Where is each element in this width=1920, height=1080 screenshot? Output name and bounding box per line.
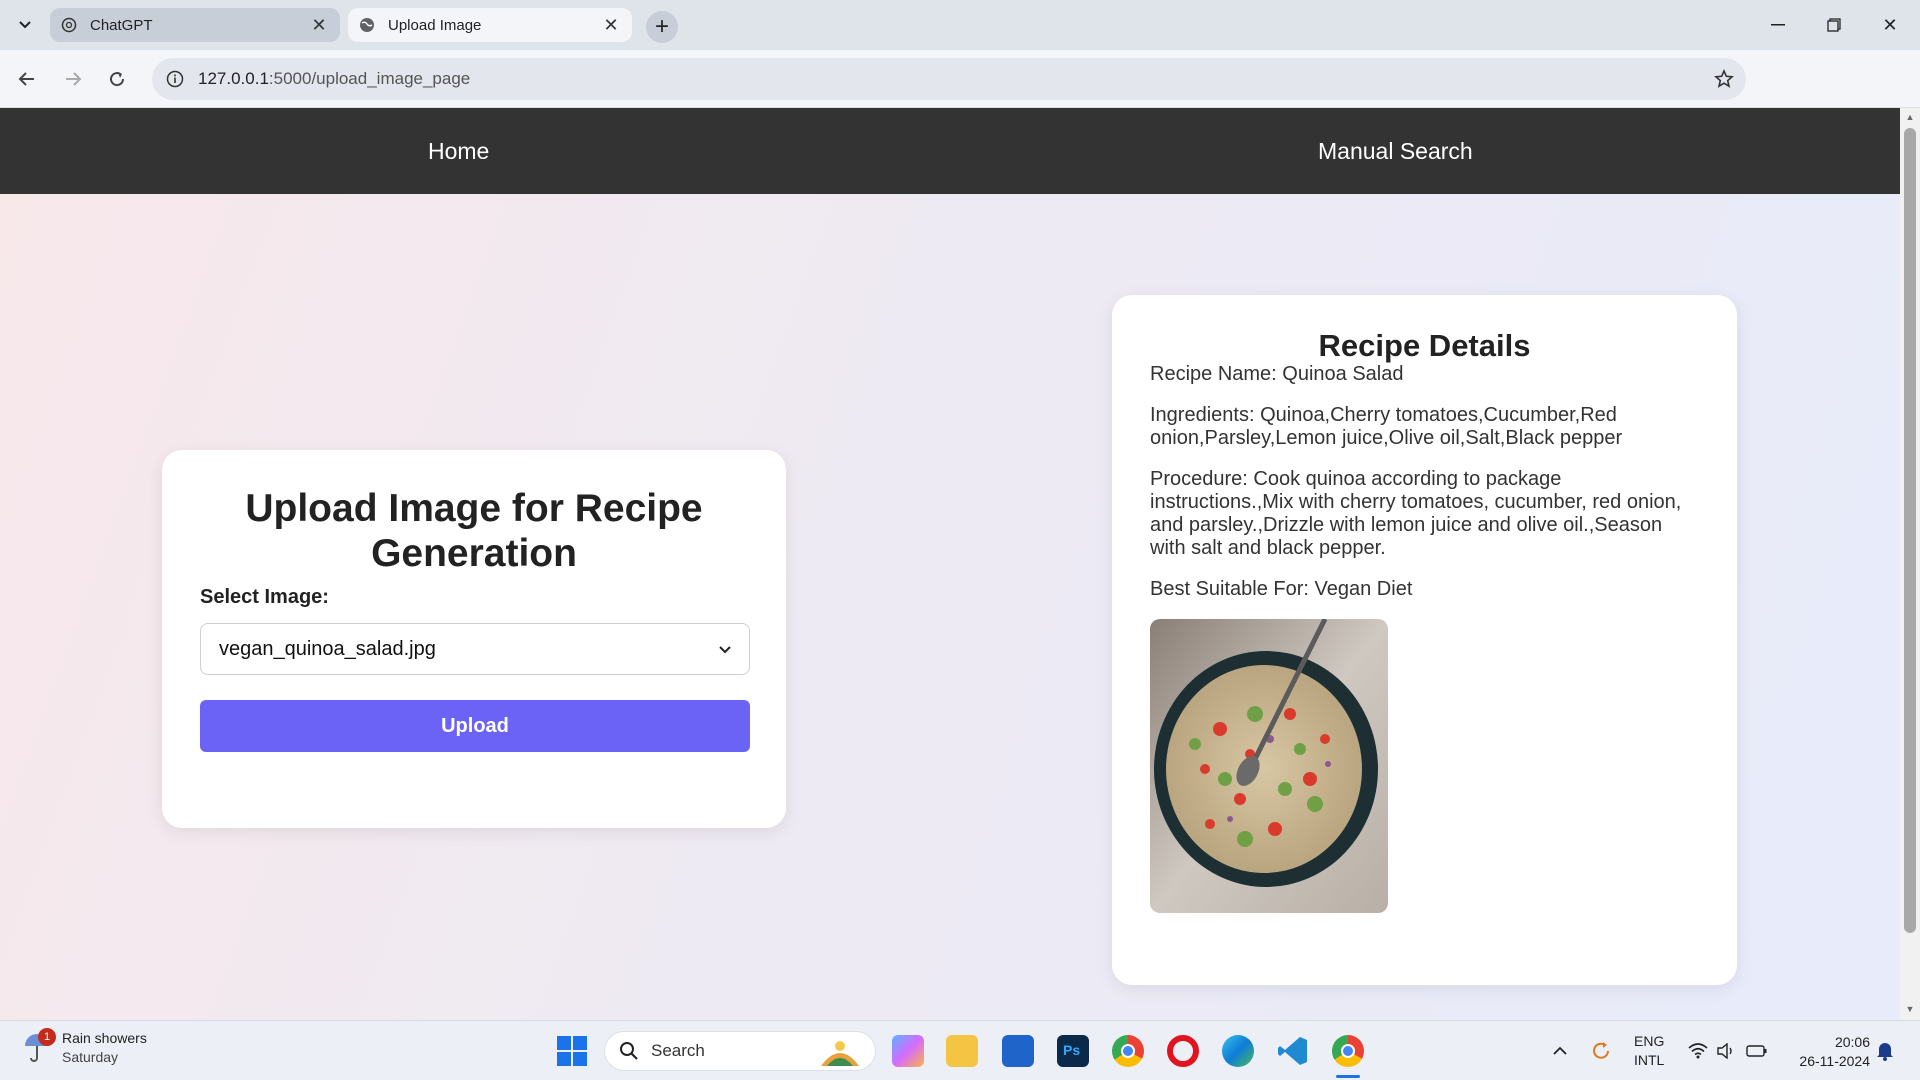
page-viewport: Home Manual Search Upload Image for Reci… [0,108,1900,1020]
language-indicator[interactable]: ENG INTL [1634,1021,1664,1080]
active-app-indicator [1336,1075,1360,1078]
image-select-dropdown[interactable]: vegan_quinoa_salad.jpg [200,623,750,675]
umbrella-rain-icon: 1 [22,1028,56,1064]
recipe-image [1150,619,1388,913]
taskbar-clock[interactable]: 20:06 26-11-2024 [1780,1033,1870,1071]
taskbar: 1 Rain showers Saturday Search Ps ENG IN… [0,1020,1920,1080]
search-icon [620,1042,638,1060]
page-scrollbar[interactable]: ▲ ▼ [1900,108,1920,1020]
keyboard-layout: INTL [1634,1052,1665,1068]
nav-home-link[interactable]: Home [428,108,489,194]
tab-title: Upload Image [388,16,482,34]
bookmark-star-icon[interactable] [1702,69,1746,89]
tray-chevron-up-icon[interactable] [1552,1021,1568,1080]
clock-date: 26-11-2024 [1799,1053,1870,1069]
upload-title: Upload Image for Recipe Generation [245,487,703,575]
browser-toolbar: 127.0.0.1:5000/upload_image_page S ⋮ [0,50,1920,142]
globe-icon [358,16,376,34]
scroll-down-arrow-icon[interactable]: ▼ [1904,1004,1916,1016]
weather-day: Saturday [62,1049,119,1065]
tab-title: ChatGPT [90,16,153,34]
file-explorer-icon[interactable] [946,1035,978,1067]
scroll-up-arrow-icon[interactable]: ▲ [1904,112,1916,124]
tab-close-icon[interactable]: ✕ [600,14,622,36]
tab-close-icon[interactable]: ✕ [308,14,330,36]
forward-arrow-icon[interactable] [56,62,90,96]
recipe-ingredients: Ingredients: Quinoa,Cherry tomatoes,Cucu… [1150,404,1623,449]
window-close-icon[interactable]: ✕ [1862,0,1918,50]
site-info-icon[interactable] [152,70,198,88]
chevron-down-icon [719,641,731,657]
weather-badge: 1 [38,1028,56,1046]
edge-icon[interactable] [1222,1035,1254,1067]
taskbar-search-label: Search [651,1041,705,1060]
recipe-suitable-for: Best Suitable For: Vegan Diet [1150,578,1413,600]
weather-widget[interactable]: 1 Rain showers Saturday [22,1028,147,1067]
select-image-label: Select Image: [200,586,329,608]
chatgpt-favicon-icon [60,16,78,34]
volume-icon[interactable] [1716,1021,1736,1080]
url-text: 127.0.0.1:5000/upload_image_page [198,69,1702,89]
site-navbar: Home Manual Search [0,108,1900,194]
windows-start-icon[interactable] [556,1035,588,1072]
recipe-details-heading: Recipe Details [1318,328,1531,363]
sync-icon[interactable] [1590,1021,1612,1080]
reload-icon[interactable] [100,62,134,96]
chrome-icon[interactable] [1112,1035,1144,1067]
wifi-icon[interactable] [1688,1021,1708,1080]
selected-file-value: vegan_quinoa_salad.jpg [219,637,436,660]
taskbar-search-box[interactable]: Search [604,1031,876,1071]
tab-search-chevron-icon[interactable] [10,10,40,40]
photoshop-icon[interactable]: Ps [1057,1035,1089,1067]
nav-manual-search-link[interactable]: Manual Search [1318,108,1473,194]
scrollbar-thumb[interactable] [1904,128,1916,933]
weather-condition: Rain showers [62,1030,147,1046]
back-arrow-icon[interactable] [10,62,44,96]
recipe-procedure: Procedure: Cook quinoa according to pack… [1150,468,1682,559]
address-bar[interactable]: 127.0.0.1:5000/upload_image_page [152,58,1746,100]
recipe-name: Recipe Name: Quinoa Salad [1150,363,1404,385]
chrome-profile-icon[interactable] [1332,1035,1364,1067]
upload-button[interactable]: Upload [200,700,750,752]
browser-tabstrip: ChatGPT ✕ Upload Image ✕ + ✕ [0,0,1920,50]
new-tab-button[interactable]: + [646,11,678,43]
vscode-icon[interactable] [1277,1035,1309,1067]
tab-upload-image[interactable]: Upload Image ✕ [348,8,632,42]
battery-icon[interactable] [1746,1021,1768,1080]
copilot-app-icon[interactable] [892,1035,924,1067]
recipe-details-card: Recipe Details Recipe Name: Quinoa Salad… [1112,295,1737,985]
minimize-icon[interactable] [1750,0,1806,50]
url-host: 127.0.0.1 [198,69,269,88]
upload-card: Upload Image for Recipe Generation Selec… [162,450,786,828]
restore-icon[interactable] [1806,0,1862,50]
notification-bell-icon[interactable] [1876,1021,1894,1080]
url-path: :5000/upload_image_page [268,69,471,88]
search-highlight-icon [821,1041,859,1066]
weather-text: Rain showers Saturday [62,1029,147,1067]
opera-icon[interactable] [1167,1035,1199,1067]
tab-chatgpt[interactable]: ChatGPT ✕ [50,8,340,42]
microsoft-store-icon[interactable] [1002,1035,1034,1067]
clock-time: 20:06 [1834,1034,1870,1050]
language-code: ENG [1634,1033,1665,1049]
